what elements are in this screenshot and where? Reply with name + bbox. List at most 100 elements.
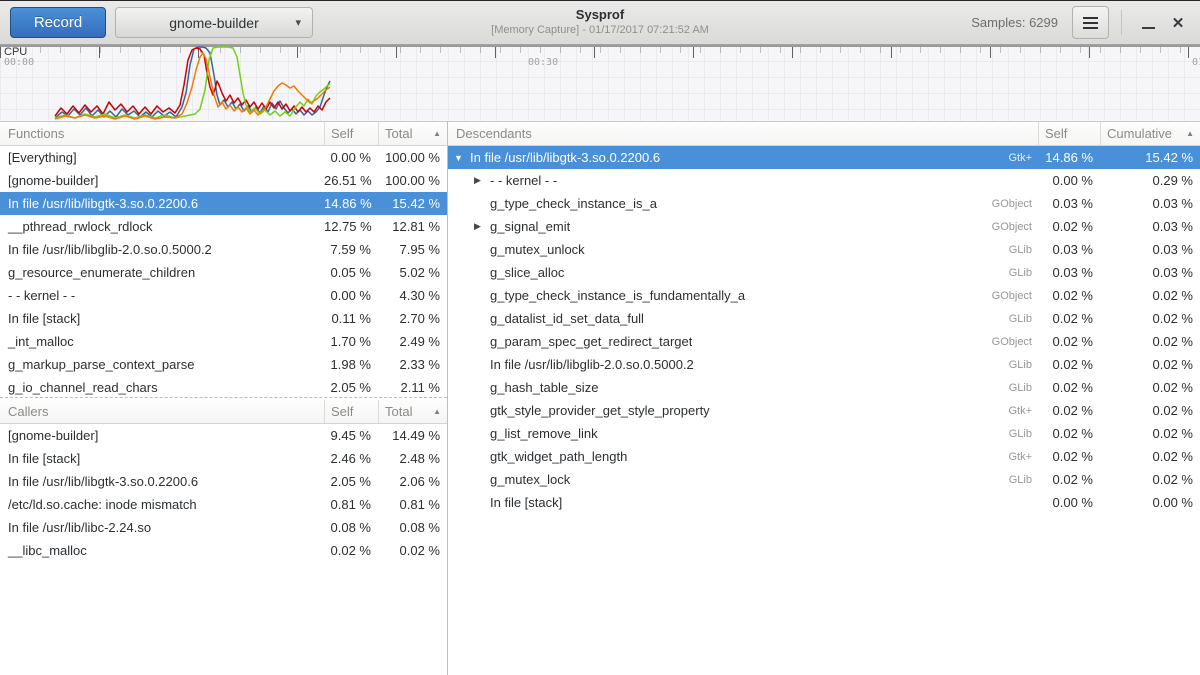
descendant-cumulative-value: 0.02 % bbox=[1100, 380, 1200, 395]
menu-button[interactable] bbox=[1072, 6, 1109, 39]
callers-self-column-header[interactable]: Self bbox=[324, 400, 378, 423]
descendant-self-value: 0.02 % bbox=[1038, 403, 1100, 418]
descendant-row[interactable]: ▼ In file /usr/lib/libgtk-3.so.0.2200.6 … bbox=[448, 146, 1200, 169]
function-row[interactable]: [gnome-builder] 26.51 % 100.00 % bbox=[0, 169, 447, 192]
functions-table-header: Functions Self Total ▲ bbox=[0, 122, 447, 146]
descendant-cumulative-value: 0.02 % bbox=[1100, 472, 1200, 487]
functions-total-column-header[interactable]: Total ▲ bbox=[378, 122, 447, 145]
category-label: GLib bbox=[1009, 474, 1038, 486]
cpu-graph-canvas[interactable] bbox=[0, 45, 1200, 121]
function-row[interactable]: g_resource_enumerate_children 0.05 % 5.0… bbox=[0, 261, 447, 284]
caller-self-value: 2.46 % bbox=[324, 451, 378, 466]
descendant-cumulative-value: 0.29 % bbox=[1100, 173, 1200, 188]
function-total-value: 4.30 % bbox=[378, 288, 447, 303]
function-self-value: 1.98 % bbox=[324, 357, 378, 372]
record-button[interactable]: Record bbox=[10, 7, 106, 38]
function-row[interactable]: g_io_channel_read_chars 2.05 % 2.11 % bbox=[0, 376, 447, 397]
descendant-row[interactable]: g_datalist_id_set_data_full GLib 0.02 % … bbox=[448, 307, 1200, 330]
category-label: GObject bbox=[992, 336, 1038, 348]
descendant-row[interactable]: gtk_widget_path_length Gtk+ 0.02 % 0.02 … bbox=[448, 445, 1200, 468]
descendant-row[interactable]: g_slice_alloc GLib 0.03 % 0.03 % bbox=[448, 261, 1200, 284]
close-button[interactable]: ✕ bbox=[1163, 8, 1193, 38]
descendant-self-value: 0.00 % bbox=[1038, 173, 1100, 188]
functions-column-header[interactable]: Functions bbox=[0, 122, 324, 145]
callers-total-column-header[interactable]: Total ▲ bbox=[378, 400, 447, 423]
descendant-cumulative-value: 0.03 % bbox=[1100, 219, 1200, 234]
descendant-name: gtk_widget_path_length bbox=[490, 449, 627, 464]
function-row[interactable]: g_markup_parse_context_parse 1.98 % 2.33… bbox=[0, 353, 447, 376]
descendant-row[interactable]: In file [stack] 0.00 % 0.00 % bbox=[448, 491, 1200, 514]
descendant-row[interactable]: gtk_style_provider_get_style_property Gt… bbox=[448, 399, 1200, 422]
caller-self-value: 9.45 % bbox=[324, 428, 378, 443]
expander-icon[interactable]: ▶ bbox=[474, 175, 490, 186]
descendant-row[interactable]: g_param_spec_get_redirect_target GObject… bbox=[448, 330, 1200, 353]
function-row[interactable]: In file /usr/lib/libgtk-3.so.0.2200.6 14… bbox=[0, 192, 447, 215]
descendant-row[interactable]: In file /usr/lib/libglib-2.0.so.0.5000.2… bbox=[448, 353, 1200, 376]
caller-total-value: 0.02 % bbox=[378, 543, 447, 558]
descendant-cumulative-value: 0.03 % bbox=[1100, 196, 1200, 211]
functions-table: Functions Self Total ▲ [Everything] 0.00… bbox=[0, 122, 447, 397]
function-self-value: 12.75 % bbox=[324, 219, 378, 234]
descendant-row[interactable]: ▶ - - kernel - - 0.00 % 0.29 % bbox=[448, 169, 1200, 192]
function-row[interactable]: - - kernel - - 0.00 % 4.30 % bbox=[0, 284, 447, 307]
function-total-value: 2.49 % bbox=[378, 334, 447, 349]
category-label: Gtk+ bbox=[1008, 405, 1038, 417]
descendant-self-value: 0.02 % bbox=[1038, 380, 1100, 395]
descendant-row[interactable]: g_list_remove_link GLib 0.02 % 0.02 % bbox=[448, 422, 1200, 445]
caller-row[interactable]: In file [stack] 2.46 % 2.48 % bbox=[0, 447, 447, 470]
caller-self-value: 0.02 % bbox=[324, 543, 378, 558]
descendant-self-value: 0.02 % bbox=[1038, 472, 1100, 487]
descendants-cumulative-column-header[interactable]: Cumulative ▲ bbox=[1100, 122, 1200, 145]
descendants-table: Descendants Self Cumulative ▲ ▼ In file … bbox=[448, 122, 1200, 514]
caller-row[interactable]: In file /usr/lib/libgtk-3.so.0.2200.6 2.… bbox=[0, 470, 447, 493]
descendant-row[interactable]: g_mutex_lock GLib 0.02 % 0.02 % bbox=[448, 468, 1200, 491]
self-column-label: Self bbox=[331, 404, 353, 419]
callers-column-header[interactable]: Callers bbox=[0, 400, 324, 423]
function-row[interactable]: _int_malloc 1.70 % 2.49 % bbox=[0, 330, 447, 353]
descendants-column-header[interactable]: Descendants bbox=[448, 122, 1038, 145]
descendant-cumulative-value: 15.42 % bbox=[1100, 150, 1200, 165]
category-label: GLib bbox=[1009, 267, 1038, 279]
function-self-value: 0.00 % bbox=[324, 288, 378, 303]
total-column-label: Total bbox=[385, 404, 412, 419]
function-row[interactable]: [Everything] 0.00 % 100.00 % bbox=[0, 146, 447, 169]
caller-row[interactable]: In file /usr/lib/libc-2.24.so 0.08 % 0.0… bbox=[0, 516, 447, 539]
caller-total-value: 0.81 % bbox=[378, 497, 447, 512]
descendant-cumulative-value: 0.03 % bbox=[1100, 265, 1200, 280]
profile-target-dropdown[interactable]: gnome-builder ▾ bbox=[115, 7, 313, 38]
function-self-value: 26.51 % bbox=[324, 173, 378, 188]
descendant-row[interactable]: g_mutex_unlock GLib 0.03 % 0.03 % bbox=[448, 238, 1200, 261]
function-name: In file /usr/lib/libglib-2.0.so.0.5000.2 bbox=[0, 242, 324, 257]
category-label: GLib bbox=[1009, 382, 1038, 394]
descendant-row[interactable]: g_type_check_instance_is_fundamentally_a… bbox=[448, 284, 1200, 307]
cpu-graph[interactable]: CPU 00:0000:3001:00 bbox=[0, 45, 1200, 122]
function-total-value: 2.70 % bbox=[378, 311, 447, 326]
descendant-row[interactable]: g_type_check_instance_is_a GObject 0.03 … bbox=[448, 192, 1200, 215]
descendant-cumulative-value: 0.02 % bbox=[1100, 403, 1200, 418]
functions-self-column-header[interactable]: Self bbox=[324, 122, 378, 145]
descendants-self-column-header[interactable]: Self bbox=[1038, 122, 1100, 145]
descendant-cumulative-value: 0.00 % bbox=[1100, 495, 1200, 510]
expander-icon[interactable]: ▼ bbox=[454, 153, 470, 163]
expander-icon[interactable]: ▶ bbox=[474, 221, 490, 232]
descendant-row[interactable]: ▶ g_signal_emit GObject 0.02 % 0.03 % bbox=[448, 215, 1200, 238]
function-row[interactable]: __pthread_rwlock_rdlock 12.75 % 12.81 % bbox=[0, 215, 447, 238]
time-label: 01:00 bbox=[1192, 57, 1200, 68]
function-self-value: 0.11 % bbox=[324, 311, 378, 326]
function-total-value: 100.00 % bbox=[378, 150, 447, 165]
time-label: 00:00 bbox=[4, 57, 34, 68]
function-name: _int_malloc bbox=[0, 334, 324, 349]
descendant-name: g_param_spec_get_redirect_target bbox=[490, 334, 692, 349]
caller-row[interactable]: __libc_malloc 0.02 % 0.02 % bbox=[0, 539, 447, 562]
function-row[interactable]: In file [stack] 0.11 % 2.70 % bbox=[0, 307, 447, 330]
descendant-name: g_type_check_instance_is_a bbox=[490, 196, 657, 211]
function-self-value: 7.59 % bbox=[324, 242, 378, 257]
function-row[interactable]: In file /usr/lib/libglib-2.0.so.0.5000.2… bbox=[0, 238, 447, 261]
caller-row[interactable]: /etc/ld.so.cache: inode mismatch 0.81 % … bbox=[0, 493, 447, 516]
category-label: GLib bbox=[1009, 359, 1038, 371]
minimize-button[interactable] bbox=[1133, 8, 1163, 38]
descendant-self-value: 0.02 % bbox=[1038, 288, 1100, 303]
self-column-label: Self bbox=[1045, 126, 1067, 141]
caller-row[interactable]: [gnome-builder] 9.45 % 14.49 % bbox=[0, 424, 447, 447]
descendant-row[interactable]: g_hash_table_size GLib 0.02 % 0.02 % bbox=[448, 376, 1200, 399]
